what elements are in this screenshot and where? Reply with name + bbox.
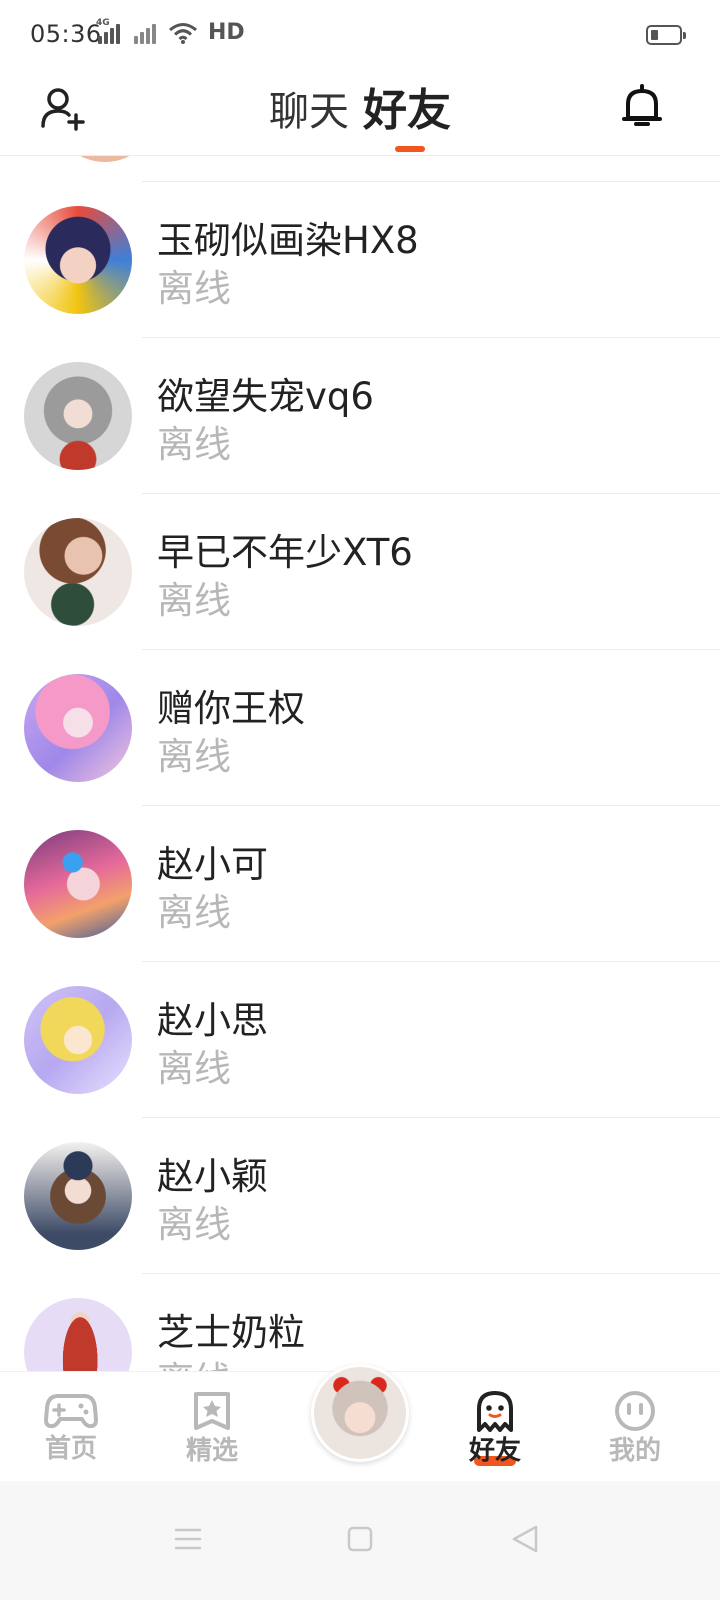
battery-icon [646,25,686,45]
friend-status: 离线 [157,267,231,310]
list-item[interactable]: 早已不年少XT6 离线 [0,494,720,650]
friend-name: 玉砌似画染HX8 [157,219,419,262]
hd-icon: HD [208,20,245,45]
list-item[interactable]: 赠你王权 离线 [0,650,720,806]
system-nav-bar [0,1481,720,1600]
smiley-icon [615,1391,655,1431]
friend-name: 芝士奶粒 [157,1311,305,1354]
tab-friends[interactable]: 好友 [363,74,451,138]
nav-home[interactable]: 首页 [16,1372,126,1482]
nav-label: 好友 [468,1436,521,1466]
signal-4g-icon: 4G [96,18,120,44]
friend-name: 赵小思 [157,999,268,1042]
nav-me[interactable]: 我的 [580,1372,690,1482]
friend-status: 离线 [157,735,231,778]
star-badge-icon [194,1392,230,1430]
friend-status: 离线 [157,1047,231,1090]
list-item[interactable]: 赵小颖 离线 [0,1118,720,1274]
nav-label: 我的 [608,1436,661,1466]
friend-name: 欲望失宠vq6 [157,375,374,418]
list-item[interactable]: 赵小可 离线 [0,806,720,962]
friend-name: 赵小可 [157,843,268,886]
avatar [24,830,132,938]
nav-featured[interactable]: 精选 [157,1372,267,1482]
avatar [24,518,132,626]
header-tabs: 聊天 好友 [0,74,720,138]
network-type-label: 4G [96,18,110,28]
avatar [24,1142,132,1250]
back-triangle-icon[interactable] [508,1521,544,1557]
avatar [24,362,132,470]
top-header: 聊天 好友 [0,70,720,156]
status-icons: 4G HD [96,18,245,45]
tab-chat[interactable]: 聊天 [269,79,349,137]
friend-name: 赵小颖 [157,1155,268,1198]
bell-icon[interactable] [620,82,664,130]
avatar [24,206,132,314]
nav-friends[interactable]: 好友 [440,1372,550,1482]
active-tab-indicator [395,146,425,152]
friend-status: 离线 [157,579,231,622]
avatar [24,674,132,782]
ghost-icon [477,1391,513,1432]
nav-label: 精选 [185,1436,238,1466]
nav-label: 首页 [44,1434,97,1464]
friend-status: 离线 [157,891,231,934]
friend-name: 赠你王权 [157,687,305,730]
status-time: 05:36 [30,20,102,48]
list-item[interactable]: 欲望失宠vq6 离线 [0,338,720,494]
friend-list[interactable]: 玉砌似画染HX8 离线 欲望失宠vq6 离线 早已不年少XT6 离线 赠你王权 … [0,156,720,1400]
list-item[interactable] [0,156,720,182]
menu-icon[interactable] [170,1521,206,1557]
gamepad-icon [44,1394,98,1429]
friend-status: 离线 [157,1203,231,1246]
signal-no-service-icon [134,22,156,44]
status-bar: 05:36 4G HD [0,0,720,70]
friend-name: 早已不年少XT6 [157,531,413,574]
list-item[interactable]: 玉砌似画染HX8 离线 [0,182,720,338]
list-item[interactable]: 赵小思 离线 [0,962,720,1118]
profile-avatar[interactable] [311,1364,409,1462]
home-square-icon[interactable] [342,1521,378,1557]
avatar [24,986,132,1094]
friend-status: 离线 [157,423,231,466]
avatar [52,156,158,162]
wifi-icon [169,23,197,44]
